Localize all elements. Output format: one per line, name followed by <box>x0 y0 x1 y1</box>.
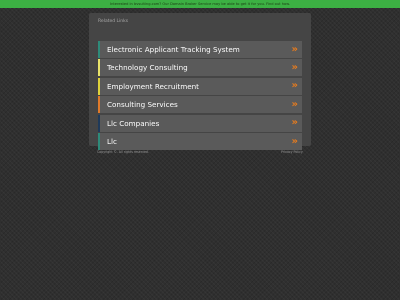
domain-broker-banner-text[interactable]: Interested in bvsuiting.com? Our Domain … <box>110 0 290 8</box>
related-link-technology-consulting[interactable]: Technology Consulting » <box>98 59 302 77</box>
related-link-consulting-services[interactable]: Consulting Services » <box>98 96 302 114</box>
double-chevron-right-icon[interactable]: » <box>292 81 298 91</box>
related-link-label[interactable]: Consulting Services <box>107 100 292 109</box>
related-link-label[interactable]: Llc <box>107 137 292 146</box>
related-link-label[interactable]: Technology Consulting <box>107 63 292 72</box>
link-accent-bar <box>98 96 100 114</box>
related-link-llc-companies[interactable]: Llc Companies » <box>98 114 302 132</box>
related-link-employment-recruitment[interactable]: Employment Recruitment » <box>98 77 302 95</box>
copyright-text: Copyright ©. All rights reserved. <box>97 150 149 154</box>
double-chevron-right-icon[interactable]: » <box>292 136 298 147</box>
related-link-label[interactable]: Llc Companies <box>107 119 292 128</box>
link-accent-bar <box>98 133 100 150</box>
link-accent-bar <box>98 41 100 58</box>
domain-broker-banner[interactable]: Interested in bvsuiting.com? Our Domain … <box>0 0 400 8</box>
related-link-electronic-applicant-tracking-system[interactable]: Electronic Applicant Tracking System » <box>98 41 302 58</box>
related-link-label[interactable]: Electronic Applicant Tracking System <box>107 45 292 54</box>
privacy-policy-link[interactable]: Privacy Policy <box>281 150 303 154</box>
double-chevron-right-icon[interactable]: » <box>292 99 298 110</box>
related-link-label[interactable]: Employment Recruitment <box>107 82 292 91</box>
link-accent-bar <box>98 114 100 132</box>
link-accent-bar <box>98 59 100 77</box>
link-accent-bar <box>98 77 100 95</box>
related-link-llc[interactable]: Llc » <box>98 133 302 150</box>
double-chevron-right-icon[interactable]: » <box>292 44 298 55</box>
related-links-title: Related Links <box>98 19 129 24</box>
double-chevron-right-icon[interactable]: » <box>292 118 298 128</box>
double-chevron-right-icon[interactable]: » <box>292 62 298 73</box>
related-links-panel: Related Links Electronic Applicant Track… <box>89 13 311 150</box>
